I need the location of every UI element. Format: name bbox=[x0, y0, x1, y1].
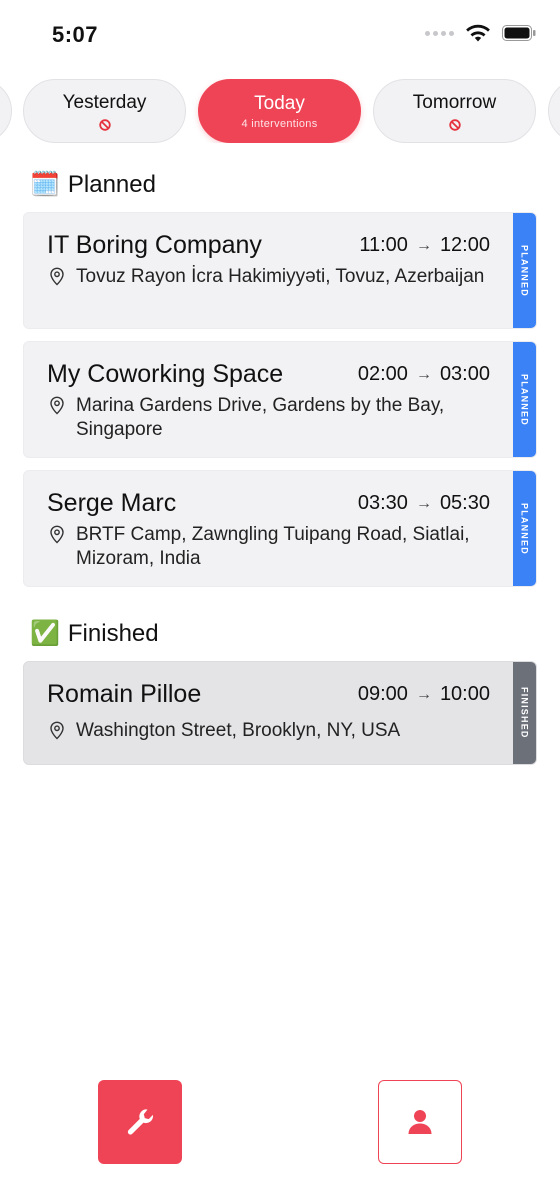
arrow-right-icon: → bbox=[415, 685, 432, 703]
address: Washington Street, Brooklyn, NY, USA bbox=[47, 719, 496, 743]
status-badge: FINISHED bbox=[513, 662, 536, 764]
intervention-card[interactable]: Romain Pilloe 09:00 → 10:00 Washington S… bbox=[23, 661, 537, 765]
client-name: IT Boring Company bbox=[47, 231, 262, 259]
start-time: 03:30 bbox=[357, 492, 408, 514]
check-icon: ✅ bbox=[30, 620, 60, 647]
section-header-planned: 🗓️ Planned bbox=[30, 171, 156, 199]
day-pill-tomorrow[interactable]: Tomorrow bbox=[373, 79, 536, 143]
day-pill-count: 4 interventions bbox=[241, 117, 318, 130]
signal-icon bbox=[425, 30, 454, 36]
day-pill-label: Yesterday bbox=[62, 91, 147, 113]
status-badge: PLANNED bbox=[513, 342, 536, 457]
start-time: 09:00 bbox=[357, 683, 408, 705]
section-title: Finished bbox=[67, 620, 159, 647]
status-label: FINISHED bbox=[519, 687, 530, 739]
time-range: 02:00 → 03:00 bbox=[358, 363, 490, 386]
tab-profile[interactable] bbox=[378, 1080, 462, 1164]
day-pill-previous[interactable] bbox=[0, 79, 12, 143]
time-range: 03:30 → 05:30 bbox=[358, 492, 490, 515]
time-range: 11:00 → 12:00 bbox=[359, 234, 490, 257]
intervention-card[interactable]: IT Boring Company 11:00 → 12:00 Tovuz Ra… bbox=[23, 212, 537, 329]
end-time: 10:00 bbox=[439, 683, 490, 705]
address: BRTF Camp, Zawngling Tuipang Road, Siatl… bbox=[47, 523, 496, 571]
end-time: 05:30 bbox=[439, 492, 490, 514]
no-interventions-icon bbox=[98, 118, 111, 131]
day-pill-label: Tomorrow bbox=[412, 91, 497, 113]
day-pill-label: Today bbox=[254, 92, 305, 114]
location-pin-icon bbox=[50, 267, 64, 286]
day-pill-today[interactable]: Today 4 interventions bbox=[198, 79, 361, 143]
start-time: 11:00 bbox=[359, 234, 408, 256]
day-pill-yesterday[interactable]: Yesterday bbox=[23, 79, 186, 143]
status-label: PLANNED bbox=[519, 244, 530, 297]
intervention-card[interactable]: My Coworking Space 02:00 → 03:00 Marina … bbox=[23, 341, 537, 458]
end-time: 03:00 bbox=[439, 363, 490, 385]
location-pin-icon bbox=[50, 721, 64, 740]
address-text: Tovuz Rayon İcra Hakimiyyəti, Tovuz, Aze… bbox=[76, 266, 485, 287]
status-bar: 5:07 bbox=[0, 0, 560, 70]
address: Marina Gardens Drive, Gardens by the Bay… bbox=[47, 394, 496, 442]
arrow-right-icon: → bbox=[415, 236, 432, 254]
location-pin-icon bbox=[50, 396, 64, 415]
status-time: 5:07 bbox=[52, 22, 99, 47]
status-icons bbox=[425, 24, 536, 42]
status-badge: PLANNED bbox=[513, 213, 536, 328]
day-selector: Yesterday Today 4 interventions Tomorrow bbox=[0, 79, 560, 143]
status-badge: PLANNED bbox=[513, 471, 536, 586]
section-title: Planned bbox=[67, 171, 156, 198]
client-name: Serge Marc bbox=[47, 489, 177, 517]
address-text: Washington Street, Brooklyn, NY, USA bbox=[76, 720, 401, 741]
address-text: Marina Gardens Drive, Gardens by the Bay… bbox=[76, 395, 445, 440]
location-pin-icon bbox=[50, 525, 64, 544]
client-name: Romain Pilloe bbox=[47, 680, 202, 708]
arrow-right-icon: → bbox=[415, 365, 432, 383]
tab-interventions[interactable] bbox=[98, 1080, 182, 1164]
day-pill-next[interactable] bbox=[548, 79, 560, 143]
status-label: PLANNED bbox=[519, 373, 530, 426]
battery-icon bbox=[502, 24, 536, 42]
address-text: BRTF Camp, Zawngling Tuipang Road, Siatl… bbox=[76, 524, 470, 569]
time-range: 09:00 → 10:00 bbox=[358, 683, 490, 706]
client-name: My Coworking Space bbox=[47, 360, 284, 388]
intervention-card[interactable]: Serge Marc 03:30 → 05:30 BRTF Camp, Zawn… bbox=[23, 470, 537, 587]
address: Tovuz Rayon İcra Hakimiyyəti, Tovuz, Aze… bbox=[47, 265, 496, 289]
wrench-icon bbox=[127, 1109, 153, 1135]
section-header-finished: ✅ Finished bbox=[30, 620, 159, 648]
arrow-right-icon: → bbox=[415, 494, 432, 512]
calendar-icon: 🗓️ bbox=[30, 171, 60, 198]
no-interventions-icon bbox=[448, 118, 461, 131]
start-time: 02:00 bbox=[357, 363, 408, 385]
wifi-icon bbox=[466, 24, 490, 42]
user-icon bbox=[408, 1110, 432, 1134]
status-label: PLANNED bbox=[519, 502, 530, 555]
end-time: 12:00 bbox=[439, 234, 490, 256]
